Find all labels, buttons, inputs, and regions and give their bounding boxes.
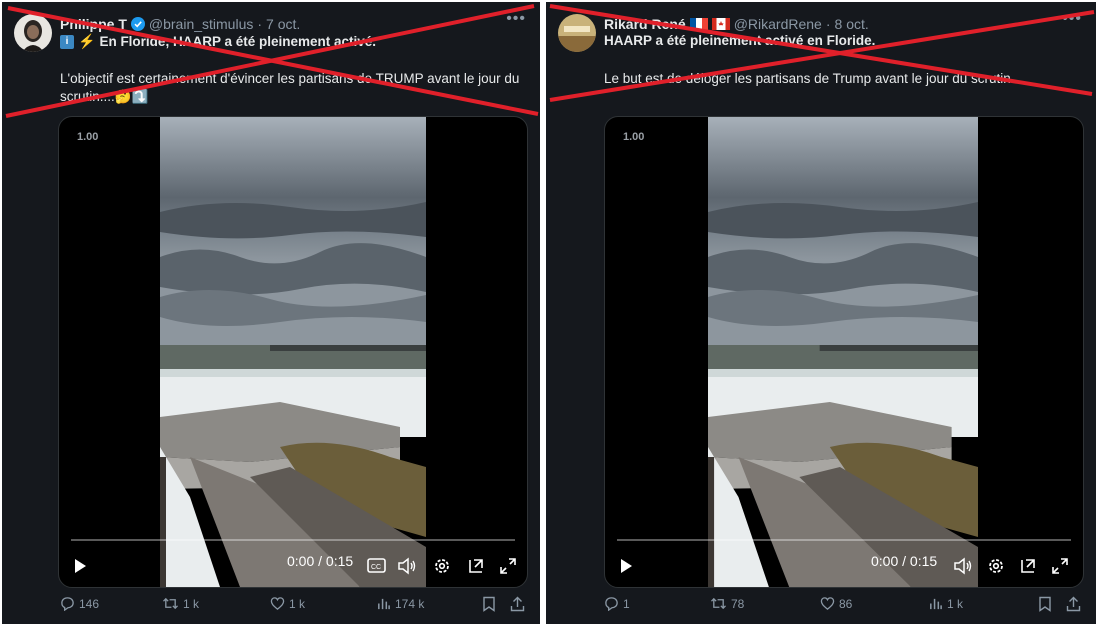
post-date[interactable]: 7 oct. — [266, 16, 300, 32]
author-name[interactable]: Rikard René — [604, 16, 686, 32]
video-progress-bar[interactable] — [71, 539, 515, 541]
verified-badge-icon — [130, 17, 145, 31]
avatar-image — [14, 14, 52, 52]
views-button[interactable]: 1 k — [928, 596, 963, 611]
video-player[interactable]: 1.00 0:00 / 0:15 — [604, 116, 1084, 588]
views-icon — [930, 598, 942, 610]
repost-icon — [711, 597, 726, 610]
volume-icon[interactable] — [397, 557, 417, 575]
fullscreen-icon[interactable] — [499, 557, 517, 575]
reply-icon — [605, 597, 618, 611]
playback-rate: 1.00 — [77, 131, 99, 143]
like-icon — [820, 597, 835, 610]
settings-icon[interactable] — [433, 557, 451, 575]
repost-button[interactable]: 78 — [710, 596, 744, 611]
video-progress-bar[interactable] — [617, 539, 1071, 541]
like-button[interactable]: 1 k — [270, 596, 305, 611]
avatar[interactable] — [558, 14, 596, 52]
reply-icon — [61, 597, 74, 611]
separator: · — [257, 16, 263, 32]
flag-france-icon — [689, 18, 708, 30]
bookmark-icon[interactable] — [482, 596, 496, 612]
author-handle[interactable]: @brain_stimulus — [149, 16, 253, 32]
like-icon — [270, 597, 285, 610]
reply-button[interactable]: 146 — [60, 596, 99, 611]
avatar-image — [558, 14, 596, 52]
bookmark-icon[interactable] — [1038, 596, 1052, 612]
tweet-headline: En Floride, HAARP a été pleinement activ… — [99, 34, 377, 49]
author-handle[interactable]: @RikardRene — [734, 16, 822, 32]
settings-icon[interactable] — [987, 557, 1005, 575]
play-icon[interactable] — [71, 557, 89, 575]
author-name[interactable]: Philippe T — [60, 16, 127, 32]
video-frame — [160, 117, 426, 587]
views-count: 174 k — [395, 596, 425, 611]
reply-count: 1 — [623, 596, 630, 611]
post-date[interactable]: 8 oct. — [835, 16, 869, 32]
like-count: 1 k — [289, 596, 306, 611]
more-icon[interactable]: ••• — [1062, 10, 1082, 28]
popout-icon[interactable] — [1019, 557, 1037, 575]
like-button[interactable]: 86 — [820, 596, 852, 611]
video-player[interactable]: 1.00 0:00 / 0:15 — [58, 116, 528, 588]
video-time: 0:00 / 0:15 — [287, 553, 354, 569]
volume-icon[interactable] — [953, 557, 973, 575]
share-icon[interactable] — [510, 596, 525, 612]
more-icon[interactable]: ••• — [506, 10, 526, 28]
avatar[interactable] — [14, 14, 52, 52]
repost-button[interactable]: 1 k — [162, 596, 199, 611]
views-count: 1 k — [947, 596, 964, 611]
reply-count: 146 — [79, 596, 100, 611]
repost-icon — [163, 597, 178, 610]
tweet-body: Le but est de déloger les partisans de T… — [604, 71, 1015, 86]
tweet-headline: HAARP a été pleinement activé en Floride… — [604, 33, 876, 48]
popout-icon[interactable] — [467, 557, 485, 575]
captions-icon[interactable]: CC — [367, 557, 387, 575]
repost-count: 1 k — [183, 596, 200, 611]
views-icon — [378, 598, 390, 610]
play-icon[interactable] — [617, 557, 635, 575]
tweet-body: L'objectif est certainement d'évincer le… — [60, 71, 520, 104]
info-emoji-icon: i — [60, 34, 74, 49]
video-frame — [708, 117, 978, 587]
lightning-emoji-icon: ⚡ — [78, 33, 96, 49]
playback-rate: 1.00 — [623, 131, 645, 143]
share-icon[interactable] — [1066, 596, 1081, 612]
separator: · — [825, 16, 831, 32]
tweet-card-right[interactable]: Rikard René @RikardRene · 8 oct. ••• HAA… — [546, 2, 1096, 624]
video-time: 0:00 / 0:15 — [871, 553, 938, 569]
reply-button[interactable]: 1 — [604, 596, 630, 611]
fullscreen-icon[interactable] — [1051, 557, 1069, 575]
svg-text:CC: CC — [371, 564, 381, 571]
repost-count: 78 — [731, 596, 745, 611]
tweet-card-left[interactable]: Philippe T @brain_stimulus · 7 oct. ••• … — [2, 2, 540, 624]
views-button[interactable]: 174 k — [376, 596, 424, 611]
flag-canada-icon — [711, 18, 730, 30]
like-count: 86 — [839, 596, 853, 611]
